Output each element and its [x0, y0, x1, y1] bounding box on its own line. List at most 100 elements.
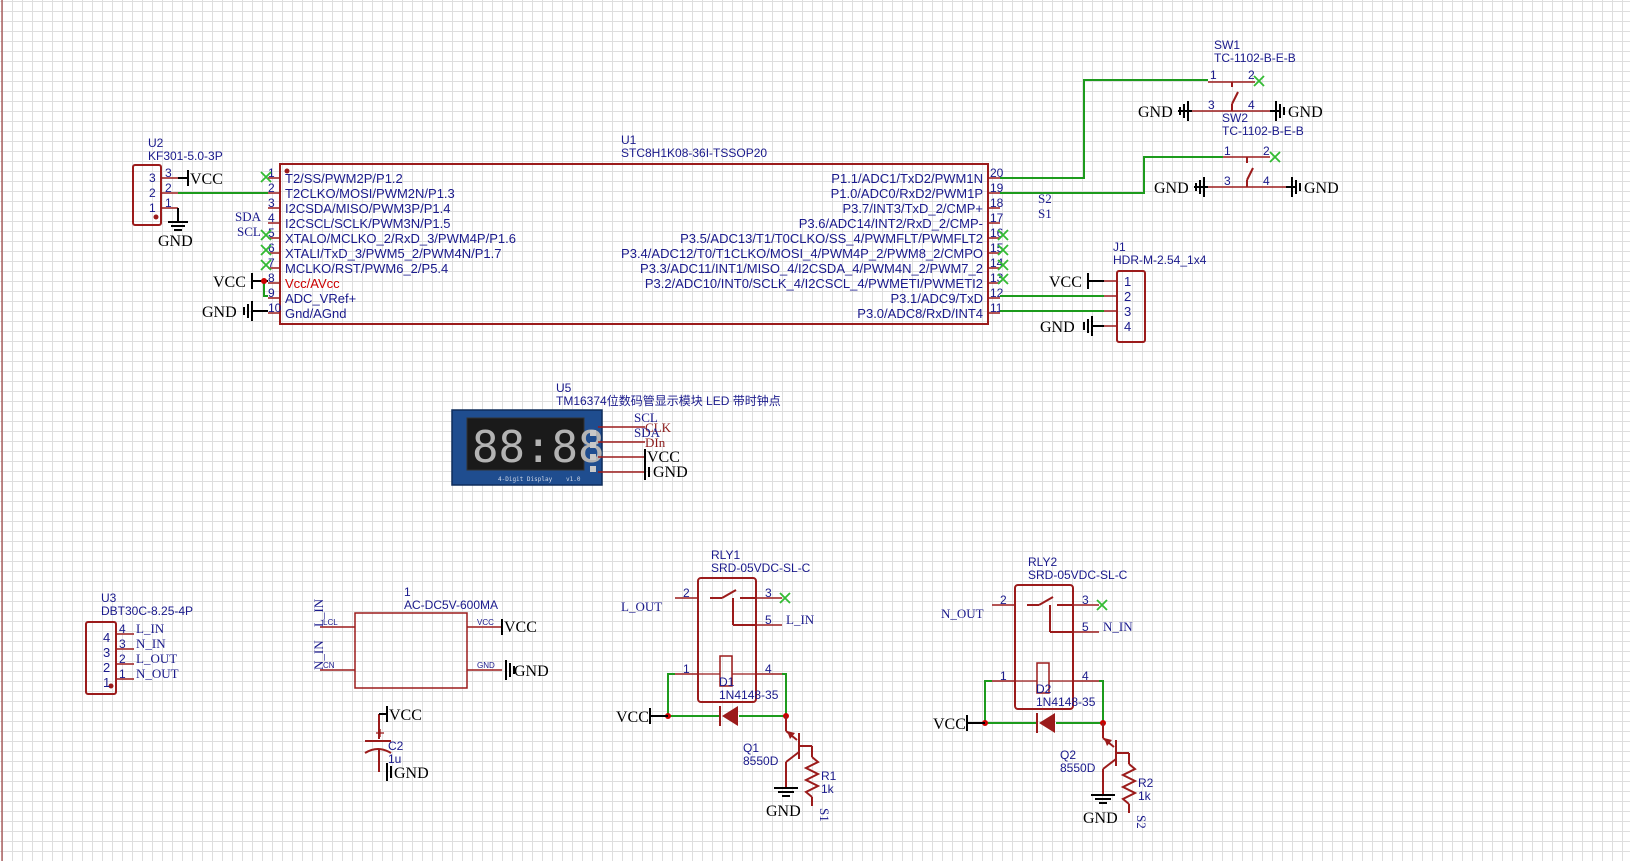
u1-pin-name: I2CSCL/SCLK/PWM3N/P1.5 [285, 216, 450, 231]
u1-pin-name: T2CLKO/MOSI/PWM2N/P1.3 [285, 186, 455, 201]
rly1-net-in: L_IN [786, 612, 815, 627]
c2-ref: C2 [388, 739, 404, 753]
sw2-pin4: 4 [1263, 174, 1270, 188]
sw2-pin2: 2 [1263, 144, 1270, 158]
u3-net-l-in: L_IN [136, 621, 165, 636]
wire-rly1-coil1[interactable] [667, 673, 675, 716]
u3-pin1: 1 [103, 675, 110, 690]
rly1-pin4: 4 [765, 662, 772, 676]
j1-header[interactable]: J1 HDR-M-2.54_1x4 1 2 3 4 [1104, 240, 1207, 343]
u3-part: DBT30C-8.25-4P [101, 604, 193, 618]
r2-net-s2: S2 [1134, 815, 1149, 829]
q2-gnd-symbol: GND [1083, 794, 1118, 827]
psu-gnd-symbol: GND [505, 660, 549, 680]
rly1-pin3: 3 [765, 586, 772, 600]
c2-gnd-symbol: GND [386, 763, 429, 782]
rly1-pin5: 5 [765, 613, 772, 627]
rly2-vcc-label: VCC [933, 716, 966, 733]
j1-part: HDR-M-2.54_1x4 [1113, 253, 1207, 267]
u5-ref: U5 [556, 381, 572, 395]
sw2-gnd-right-label: GND [1304, 180, 1339, 197]
u3-pin3: 3 [103, 645, 110, 660]
sw2-no-connect [1269, 151, 1281, 163]
u1-pin-name: P3.2/ADC10/INT0/SCLK_4/I2CSCL_4/PWMETI/P… [645, 276, 983, 291]
sw2-tactile-switch[interactable]: SW2 TC-1102-B-E-B 1 2 3 4 [1208, 111, 1304, 188]
j1-gnd-symbol: GND [1040, 316, 1104, 336]
u2-pin3: 3 [149, 171, 156, 185]
r1-resistor[interactable]: R1 1k S1 [803, 746, 837, 822]
sw2-gnd-left-label: GND [1154, 180, 1189, 197]
r2-value: 1k [1138, 789, 1152, 803]
u1-pin-name: I2CSDA/MISO/PWM3P/P1.4 [285, 201, 450, 216]
rly1-ref: RLY1 [711, 548, 740, 562]
u1-pin-name: P3.4/ADC12/T0/T1CLKO/MOSI_4/PWM4P_2/PWM8… [621, 246, 983, 261]
u3-pin2-out: 2 [119, 652, 126, 666]
u5-net-scl: SCL [634, 410, 658, 425]
wire-rly2-coil1[interactable] [984, 680, 992, 723]
d2-diode[interactable]: D2 1N4148-35 [1036, 682, 1096, 733]
u2-gnd-label: GND [158, 233, 193, 250]
psu-ref: 1 [404, 585, 411, 599]
r1-net-s1: S1 [817, 808, 832, 822]
q1-gnd-label: GND [766, 803, 801, 820]
u1-pin-name: MCLKO/RST/PWM6_2/P5.4 [285, 261, 448, 276]
d2-part: 1N4148-35 [1036, 695, 1096, 709]
rly1-vcc-symbol: VCC [616, 708, 668, 726]
u1-gnd-label: GND [202, 304, 237, 321]
u3-ref: U3 [101, 591, 117, 605]
u2-pin3-out: 3 [165, 166, 172, 180]
u1-pin-20[interactable]: 20P1.1/ADC1/TxD2/PWM1N [831, 166, 1003, 186]
psu-pin-gnd: GND [477, 661, 495, 670]
u1-mcu[interactable]: U1 STC8H1K08-36I-TSSOP20 1 T2/SS/PWM2P/P1… [268, 133, 1004, 325]
u1-pin-number: 12 [990, 286, 1004, 300]
sw1-gnd-right-label: GND [1288, 104, 1323, 121]
u1-pin-name: Gnd/AGnd [285, 306, 346, 321]
u1-pin-name: ADC_VRef+ [285, 291, 356, 306]
wire-pin20-sw1[interactable] [1000, 79, 1208, 179]
u5-version: v1.0 [566, 476, 581, 483]
wire-rly2-coil4[interactable] [1099, 680, 1104, 723]
r2-resistor[interactable]: R2 1k S2 [1120, 753, 1154, 829]
u1-pin-number: 18 [990, 196, 1004, 210]
sw1-pin1: 1 [1210, 68, 1217, 82]
rly2-net-out: N_OUT [941, 606, 984, 621]
d1-diode[interactable]: D1 1N4148-35 [719, 675, 779, 726]
u3-pin2: 2 [103, 660, 110, 675]
acdc-power-module[interactable]: 1 AC-DC5V-600MA LCL CN VCC GND L_IN N_IN [311, 585, 502, 689]
j1-pin3: 3 [1124, 304, 1131, 319]
rly1-part: SRD-05VDC-SL-C [711, 561, 811, 575]
sw1-tactile-switch[interactable]: SW1 TC-1102-B-E-B 1 2 3 4 [1192, 38, 1296, 112]
psu-pin-vcc: VCC [477, 618, 494, 627]
rly1-pin2: 2 [683, 586, 690, 600]
u1-pin-name: P3.5/ADC13/T1/T0CLKO/SS_4/PWMFLT/PWMFLT2 [680, 231, 983, 246]
u1-pin-name: P3.1/ADC9/TxD [891, 291, 983, 306]
sw1-gnd-left-label: GND [1138, 104, 1173, 121]
q2-part: 8550D [1060, 761, 1096, 775]
u1-pin-name: XTALO/MCLKO_2/RxD_3/PWM4P/P1.6 [285, 231, 516, 246]
q2-ref: Q2 [1060, 748, 1076, 762]
r1-value: 1k [821, 782, 835, 796]
q1-transistor[interactable]: Q1 8550D [743, 716, 812, 788]
rly2-pin4: 4 [1082, 669, 1089, 683]
rly1-vcc-label: VCC [616, 709, 649, 726]
sw1-pin2: 2 [1248, 68, 1255, 82]
u1-pin-name: P1.0/ADC0/RxD2/PWM1P [831, 186, 983, 201]
u2-vcc-label: VCC [190, 171, 223, 188]
u1-ref: U1 [621, 133, 637, 147]
wire-pin19-sw2[interactable] [1000, 156, 1223, 194]
schematic-canvas[interactable]: U2 KF301-5.0-3P 3 2 1 3 2 1 VCC GND U1 S… [0, 0, 1630, 861]
rly2-net-in: N_IN [1103, 619, 1133, 634]
u1-pin-number: 8 [268, 271, 275, 285]
u1-pin-number: 11 [990, 301, 1003, 315]
j1-vcc-label: VCC [1049, 274, 1082, 291]
u5-display-module[interactable]: U5 TM16374位数码管显示模块 LED 带时钟点 88:88 4-Digi… [451, 381, 781, 486]
u3-terminal-block[interactable]: U3 DBT30C-8.25-4P 4 3 2 1 4 3 2 1 L_IN N… [85, 591, 193, 695]
sw1-no-connect [1253, 75, 1265, 87]
wire-rly1-coil4[interactable] [782, 673, 787, 716]
u1-pin-number: 3 [268, 196, 275, 210]
u3-pin4: 4 [103, 630, 110, 645]
rly2-part: SRD-05VDC-SL-C [1028, 568, 1128, 582]
j1-pin2: 2 [1124, 289, 1131, 304]
q2-transistor[interactable]: Q2 8550D [1060, 723, 1129, 795]
u2-pin1-out: 1 [165, 196, 172, 210]
